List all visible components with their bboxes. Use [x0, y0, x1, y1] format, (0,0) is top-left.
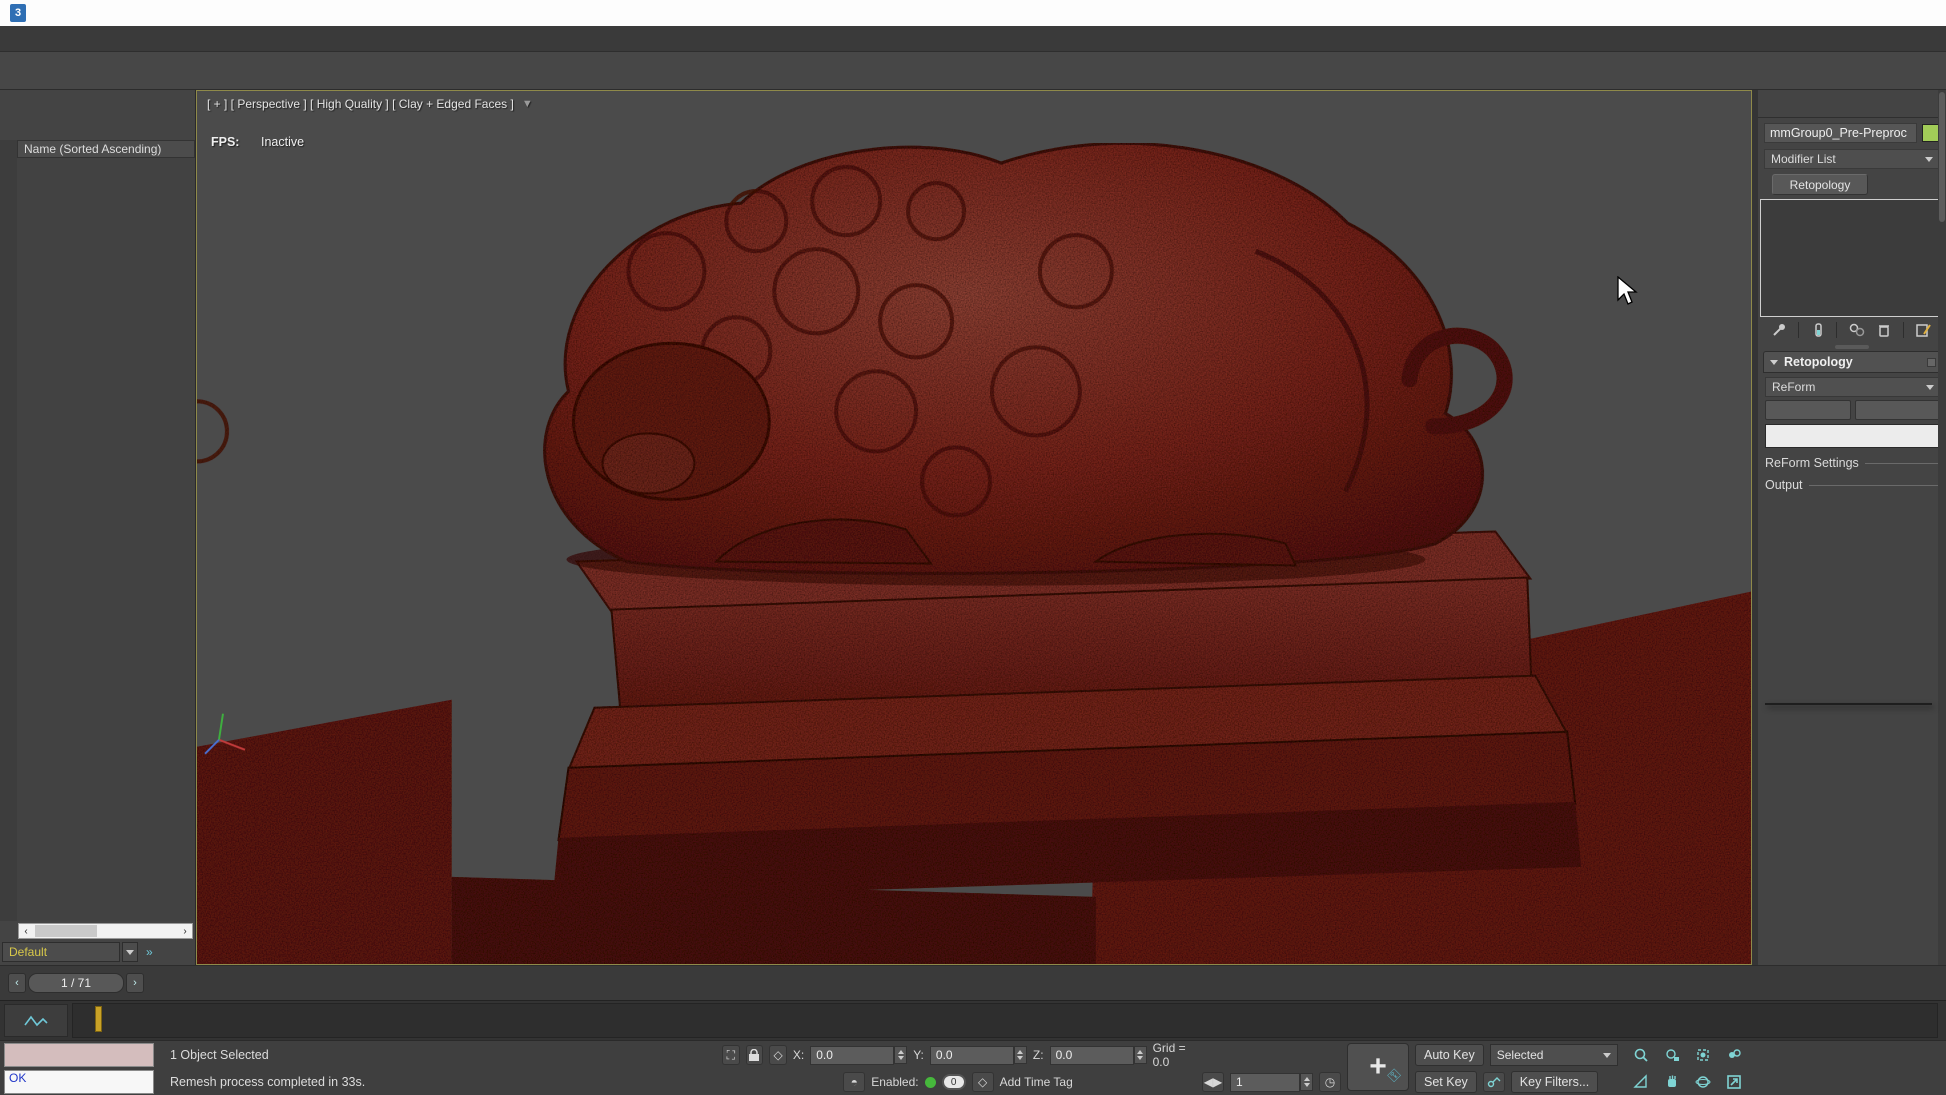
fps-label: FPS: [211, 135, 239, 149]
explorer-menus [0, 90, 195, 116]
isolate-selection-icon[interactable]: ⛶ [722, 1045, 740, 1065]
time-slider-row: ‹ 1 / 71 › [0, 965, 1946, 1000]
set-key-button[interactable]: Set Key [1415, 1071, 1477, 1093]
viewport-statistics: FPS: Inactive [211, 121, 304, 149]
y-coordinate-field[interactable]: 0.0 [930, 1046, 1014, 1065]
key-filter-icon[interactable] [1483, 1072, 1505, 1092]
preset-caret-icon[interactable] [122, 942, 138, 962]
rollout-splitter[interactable] [1758, 343, 1946, 351]
status-bar: OK 1 Object Selected Remesh process comp… [0, 1040, 1946, 1095]
enabled-status-icon [925, 1077, 936, 1088]
zoom-extents-all-icon[interactable] [1719, 1042, 1749, 1068]
pan-icon[interactable] [1657, 1069, 1687, 1095]
frame-step-icon[interactable]: ◀▶ [1202, 1072, 1224, 1092]
explorer-preset-dropdown[interactable]: Default [2, 942, 120, 962]
app-logo-icon: 3 [10, 4, 26, 22]
scroll-left-icon[interactable]: ‹ [19, 926, 33, 937]
show-end-result-icon[interactable] [1810, 322, 1826, 338]
scroll-thumb[interactable] [35, 925, 97, 937]
explorer-sort-header[interactable]: Name (Sorted Ascending) [17, 140, 195, 158]
maxscript-listener-output[interactable]: OK [4, 1070, 154, 1094]
timeline-ruler[interactable] [72, 1003, 1938, 1038]
transform-gizmo-icon[interactable]: ◇ [769, 1045, 787, 1065]
zoom-all-icon[interactable] [1657, 1042, 1687, 1068]
key-filters-button[interactable]: Key Filters... [1511, 1071, 1598, 1093]
next-frame-arrow-icon[interactable]: › [126, 973, 144, 993]
explorer-hscrollbar[interactable]: ‹ › [18, 923, 193, 939]
z-coordinate-field[interactable]: 0.0 [1050, 1046, 1134, 1065]
zero-toggle[interactable]: 0 [942, 1074, 966, 1090]
prompt-message: Remesh process completed in 33s. [170, 1070, 714, 1094]
time-slider-handle[interactable] [95, 1006, 102, 1032]
remove-modifier-icon[interactable] [1876, 322, 1892, 338]
z-label: Z: [1033, 1048, 1044, 1062]
time-config-icon[interactable]: ◷ [1319, 1072, 1341, 1092]
selection-lock-icon[interactable] [746, 1045, 764, 1065]
viewport-label[interactable]: [ + ] [ Perspective ] [ High Quality ] [… [207, 97, 514, 111]
cube-tag-icon[interactable]: ◇ [972, 1072, 994, 1092]
algorithm-combobox[interactable]: ReForm [1765, 377, 1941, 397]
make-unique-icon[interactable] [1848, 322, 1866, 338]
modifier-stack [1760, 199, 1944, 317]
enabled-label: Enabled: [871, 1075, 918, 1089]
fps-value: Inactive [261, 135, 304, 149]
main-toolbar [0, 52, 1946, 90]
compute-button[interactable] [1765, 400, 1851, 420]
fov-icon[interactable] [1626, 1069, 1656, 1095]
selection-status: 1 Object Selected [170, 1043, 714, 1067]
explorer-toolbar [0, 116, 195, 140]
orbit-icon[interactable] [1688, 1069, 1718, 1095]
stack-toolbar [1758, 317, 1946, 343]
add-time-tag[interactable]: Add Time Tag [1000, 1075, 1073, 1089]
perspective-viewport[interactable]: [ + ] [ Perspective ] [ High Quality ] [… [196, 90, 1752, 965]
y-label: Y: [913, 1048, 924, 1062]
lion-statue-mesh [197, 91, 1751, 964]
output-group-label: Output [1765, 478, 1941, 492]
explorer-filter-strip [0, 140, 17, 921]
panel-scrollbar[interactable] [1938, 90, 1946, 965]
x-label: X: [793, 1048, 804, 1062]
main-menubar [0, 26, 1946, 52]
mini-curve-editor-icon[interactable] [4, 1004, 68, 1037]
modifier-set-button[interactable]: Retopology [1772, 174, 1868, 195]
auto-key-button[interactable]: Auto Key [1415, 1044, 1484, 1066]
scene-explorer: Name (Sorted Ascending) ‹ › Default » [0, 90, 196, 965]
restart-button[interactable] [1855, 400, 1941, 420]
material-ball-icon[interactable]: ◓ [843, 1072, 865, 1092]
prev-frame-arrow-icon[interactable]: ‹ [8, 973, 26, 993]
overflow-chevron-icon[interactable]: » [146, 945, 153, 959]
algorithm-dropdown-list [1765, 703, 1932, 705]
x-coordinate-field[interactable]: 0.0 [810, 1046, 894, 1065]
maxscript-listener-input[interactable] [4, 1043, 154, 1067]
track-bar [0, 1000, 1946, 1040]
key-glyph-icon: ⚿ [1385, 1066, 1405, 1086]
settings-group-label: ReForm Settings [1765, 456, 1941, 470]
zoom-icon[interactable] [1626, 1042, 1656, 1068]
current-frame-field[interactable]: 1 [1230, 1073, 1300, 1092]
command-panel: mmGroup0_Pre-Preproc Modifier List Retop… [1758, 90, 1946, 965]
retopology-rollout-header[interactable]: Retopology [1763, 351, 1943, 373]
mouse-cursor [1617, 276, 1639, 306]
pin-stack-icon[interactable] [1771, 322, 1787, 338]
configure-modifier-sets-icon[interactable] [1915, 322, 1933, 338]
modifier-list-dropdown[interactable]: Modifier List [1764, 149, 1940, 169]
grid-size-label: Grid = 0.0 [1153, 1041, 1194, 1069]
maximize-viewport-icon[interactable] [1719, 1069, 1749, 1095]
object-name-field[interactable]: mmGroup0_Pre-Preproc [1764, 123, 1917, 143]
scroll-right-icon[interactable]: › [178, 926, 192, 937]
create-key-button[interactable]: +⚿ [1347, 1043, 1409, 1091]
zoom-extents-icon[interactable] [1688, 1042, 1718, 1068]
key-selection-dropdown[interactable]: Selected [1490, 1044, 1618, 1066]
frame-indicator[interactable]: 1 / 71 [28, 973, 124, 993]
viewport-funnel-icon[interactable]: ▼ [522, 98, 533, 110]
progress-bar [1765, 424, 1941, 448]
window-titlebar: 3 [0, 0, 1946, 26]
rollout-pin-icon[interactable] [1927, 358, 1936, 367]
